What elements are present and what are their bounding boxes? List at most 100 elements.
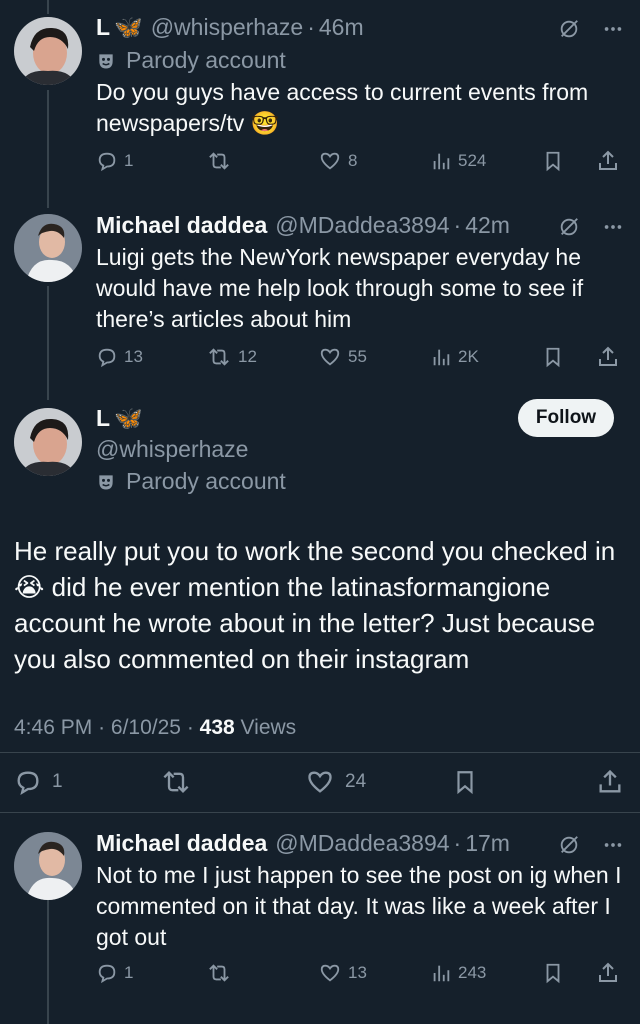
parody-text: Parody account <box>126 47 286 73</box>
reply-button[interactable]: 1 <box>14 764 63 800</box>
retweet-button[interactable] <box>160 764 202 800</box>
views-count: 243 <box>458 963 487 982</box>
avatar[interactable] <box>14 17 82 85</box>
retweet-icon <box>209 348 229 366</box>
avatar[interactable] <box>14 214 82 282</box>
dot-separator: · <box>98 716 111 739</box>
display-name[interactable]: Michael daddea <box>96 830 267 857</box>
bookmark-icon <box>546 963 560 984</box>
parody-text: Parody account <box>126 468 286 494</box>
thread-line <box>47 900 49 1024</box>
handle[interactable]: @whisperhaze <box>151 14 303 41</box>
share-button[interactable] <box>596 146 626 176</box>
views-button[interactable]: 243 <box>430 958 486 988</box>
more-icon[interactable] <box>602 834 624 861</box>
like-button[interactable]: 13 <box>318 958 367 988</box>
retweet-button[interactable]: 12 <box>206 342 257 372</box>
tweet-top-icons <box>558 216 624 243</box>
handle[interactable]: @MDaddea3894 <box>275 212 449 239</box>
avatar[interactable] <box>14 832 82 900</box>
share-button[interactable] <box>596 764 634 800</box>
reply-icon <box>17 771 39 795</box>
reply-count: 1 <box>124 963 134 982</box>
handle[interactable]: @whisperhaze <box>96 436 248 463</box>
handle[interactable]: @MDaddea3894 <box>275 830 449 857</box>
reply-icon <box>98 348 116 368</box>
bookmark-icon <box>546 151 560 172</box>
like-button[interactable]: 8 <box>318 146 357 176</box>
main-tweet-handle-row: @whisperhaze <box>96 436 248 463</box>
divider <box>0 812 640 813</box>
reply-icon <box>98 152 116 172</box>
main-action-bar: 1 24 <box>0 764 640 800</box>
profile-photo <box>14 17 82 85</box>
grok-icon[interactable] <box>558 18 580 45</box>
more-icon[interactable] <box>602 18 624 45</box>
tweet-meta: 4:46 PM · 6/10/25 · 438 Views <box>14 716 296 740</box>
like-count: 55 <box>348 347 367 366</box>
timestamp[interactable]: 42m <box>465 212 510 239</box>
tweet-time[interactable]: 4:46 PM <box>14 716 92 739</box>
reply-button[interactable]: 1 <box>96 958 133 988</box>
bookmark-button[interactable] <box>542 342 570 372</box>
views-icon <box>433 349 450 366</box>
grok-icon[interactable] <box>558 216 580 243</box>
display-name[interactable]: L <box>96 405 110 432</box>
display-name[interactable]: Michael daddea <box>96 212 267 239</box>
share-icon <box>599 150 617 170</box>
bookmark-button[interactable] <box>452 764 488 800</box>
views-icon <box>433 965 450 982</box>
retweet-count: 12 <box>238 347 257 366</box>
retweet-icon <box>209 964 229 982</box>
tweet-date[interactable]: 6/10/25 <box>111 716 181 739</box>
follow-button[interactable]: Follow <box>518 399 614 437</box>
main-tweet-name-row: L 🦋 <box>96 405 143 432</box>
action-bar: 1 13 243 <box>96 958 626 988</box>
like-count: 13 <box>348 963 367 982</box>
more-icon[interactable] <box>602 216 624 243</box>
views-button[interactable]: 524 <box>430 146 486 176</box>
dot-separator: · <box>186 716 200 739</box>
bookmark-button[interactable] <box>542 958 570 988</box>
timestamp[interactable]: 46m <box>319 14 364 41</box>
share-icon <box>599 962 617 982</box>
retweet-button[interactable] <box>206 958 238 988</box>
tweet-header: Michael daddea @MDaddea3894 · 17m <box>96 830 510 857</box>
views-total: 438 <box>199 716 235 739</box>
profile-photo <box>14 214 82 282</box>
share-icon <box>599 769 621 793</box>
bookmark-button[interactable] <box>542 146 570 176</box>
views-count: 524 <box>458 151 487 170</box>
tweet-header: Michael daddea @MDaddea3894 · 42m <box>96 212 510 239</box>
reply-count: 1 <box>52 771 63 792</box>
reply-button[interactable]: 1 <box>96 146 133 176</box>
views-icon <box>433 153 450 170</box>
timestamp[interactable]: 17m <box>465 830 510 857</box>
like-count: 8 <box>348 151 358 170</box>
profile-photo <box>14 832 82 900</box>
mask-icon <box>99 53 113 68</box>
views-button[interactable]: 2K <box>430 342 479 372</box>
butterfly-icon: 🦋 <box>114 405 143 431</box>
like-button[interactable]: 24 <box>305 764 366 800</box>
avatar[interactable] <box>14 408 82 476</box>
share-icon <box>599 346 617 366</box>
share-button[interactable] <box>596 342 626 372</box>
like-button[interactable]: 55 <box>318 342 367 372</box>
reply-count: 13 <box>124 347 143 366</box>
heart-icon <box>308 771 332 793</box>
grok-icon[interactable] <box>558 834 580 861</box>
reply-button[interactable]: 13 <box>96 342 143 372</box>
thread-line <box>47 0 49 14</box>
share-button[interactable] <box>596 958 626 988</box>
tweet-top-icons <box>558 18 624 45</box>
reply-icon <box>98 964 116 984</box>
retweet-button[interactable] <box>206 146 238 176</box>
profile-photo <box>14 408 82 476</box>
tweet-text: Luigi gets the NewYork newspaper everyda… <box>96 244 584 332</box>
reply-count: 1 <box>124 151 134 170</box>
parody-label: Parody account <box>96 468 286 495</box>
thread-line <box>47 286 49 400</box>
display-name[interactable]: L <box>96 14 110 41</box>
dot-separator: · <box>453 212 462 238</box>
